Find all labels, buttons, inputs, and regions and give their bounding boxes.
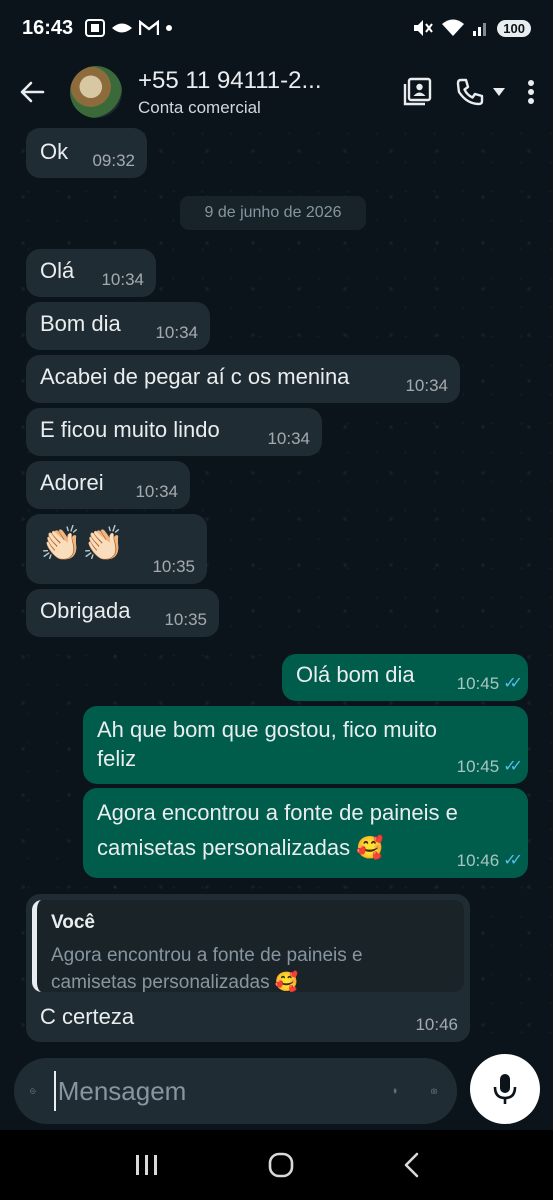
caret-down-icon: [493, 88, 505, 96]
message-incoming[interactable]: Adorei 10:34: [26, 461, 190, 509]
reply-quote[interactable]: Você Agora encontrou a fonte de paineis …: [32, 900, 464, 993]
message-text-line2: feliz: [97, 746, 137, 771]
message-text-line1: Agora encontrou a fonte de paineis e: [97, 800, 458, 825]
more-notifications-dot-icon: [166, 25, 173, 31]
message-text: C certeza: [40, 1004, 135, 1029]
contact-subtitle: Conta comercial: [138, 97, 261, 117]
more-vert-icon[interactable]: [527, 79, 535, 105]
nav-back-icon[interactable]: [403, 1152, 419, 1178]
message-time: 10:46: [415, 1015, 458, 1034]
chat-header: +55 11 94111-2... Conta comercial: [0, 56, 553, 128]
message-outgoing[interactable]: Olá bom dia 10:45 ✓✓: [282, 654, 528, 701]
chat-area[interactable]: Ok 09:32 9 de junho de 2026 Olá 10:34 Bo…: [0, 128, 553, 1050]
message-time: 10:34: [101, 270, 144, 289]
message-outgoing[interactable]: Agora encontrou a fonte de paineis e cam…: [83, 788, 528, 878]
screenshot-notification-icon: [85, 19, 106, 37]
notification-icons: [85, 19, 173, 37]
mic-icon: [493, 1074, 517, 1104]
date-separator: 9 de junho de 2026: [180, 196, 366, 230]
quote-text-line1: Agora encontrou a fonte de paineis e: [51, 945, 363, 966]
contact-name: +55 11 94111-2...: [138, 66, 322, 94]
message-incoming[interactable]: Olá 10:34: [26, 249, 156, 297]
gmail-icon: [139, 20, 160, 35]
message-text: Acabei de pegar aí c os menina: [40, 364, 350, 389]
sticker-icon[interactable]: [30, 1076, 36, 1106]
quote-author: Você: [51, 912, 96, 933]
message-text: E ficou muito lindo: [40, 417, 220, 442]
signal-icon: [473, 23, 487, 36]
message-text-line2: camisetas personalizadas 🥰: [97, 835, 384, 860]
message-incoming[interactable]: Acabei de pegar aí c os menina 10:34: [26, 355, 460, 403]
message-time: 10:45: [456, 757, 500, 776]
contact-info[interactable]: +55 11 94111-2... Conta comercial: [138, 67, 403, 118]
read-receipt-icon: ✓✓: [503, 852, 523, 869]
message-time: 09:32: [92, 151, 135, 170]
message-composer: [14, 1058, 457, 1124]
message-time: 10:34: [135, 482, 178, 501]
message-time: 10:35: [164, 610, 207, 629]
message-time: 10:46: [456, 851, 500, 870]
recents-icon[interactable]: [134, 1154, 160, 1176]
read-receipt-icon: ✓✓: [503, 675, 523, 692]
back-button[interactable]: [0, 56, 64, 128]
message-text: Olá bom dia: [296, 662, 415, 687]
message-incoming-reply[interactable]: Você Agora encontrou a fonte de paineis …: [26, 894, 470, 1042]
message-time: 10:34: [405, 376, 448, 395]
message-time: 10:34: [155, 323, 198, 342]
message-text: Adorei: [40, 470, 104, 495]
avatar[interactable]: [70, 66, 122, 118]
message-incoming-emoji[interactable]: 👏🏻👏🏻 10:35: [26, 514, 207, 584]
message-text: Obrigada: [40, 598, 131, 623]
mute-icon: [414, 20, 434, 36]
read-receipt-icon: ✓✓: [503, 758, 523, 775]
message-time: 10:35: [152, 557, 195, 576]
message-text: Ok: [40, 139, 69, 164]
status-bar: 16:43 100: [0, 0, 553, 56]
contact-card-icon[interactable]: [403, 77, 433, 107]
home-icon[interactable]: [268, 1152, 294, 1178]
attach-icon[interactable]: [393, 1075, 397, 1107]
battery-level: 100: [497, 19, 531, 37]
message-incoming[interactable]: Obrigada 10:35: [26, 589, 219, 637]
message-time: 10:45: [456, 674, 500, 693]
message-meta: 10:46 ✓✓: [456, 851, 523, 870]
message-text: 👏🏻👏🏻: [40, 525, 125, 563]
app-notification-icon: [112, 23, 133, 33]
message-outgoing[interactable]: Ah que bom que gostou, fico muito feliz …: [83, 706, 528, 784]
status-right: 100: [412, 18, 531, 38]
quote-text-line2: camisetas personalizadas 🥰: [51, 972, 299, 993]
message-time: 10:34: [267, 429, 310, 448]
phone-icon: [456, 78, 484, 106]
message-text: Bom dia: [40, 311, 121, 336]
camera-icon[interactable]: [431, 1077, 437, 1105]
message-meta: 10:45 ✓✓: [456, 674, 523, 693]
message-input[interactable]: [53, 1071, 393, 1111]
voice-message-button[interactable]: [470, 1054, 540, 1124]
message-text-line1: Ah que bom que gostou, fico muito: [97, 717, 437, 742]
back-arrow-icon: [20, 81, 45, 103]
call-button[interactable]: [455, 77, 505, 107]
message-incoming[interactable]: Ok 09:32: [26, 128, 147, 178]
message-meta: 10:45 ✓✓: [456, 757, 523, 776]
status-time: 16:43: [22, 16, 74, 39]
system-nav-bar: [0, 1130, 553, 1200]
message-incoming[interactable]: Bom dia 10:34: [26, 302, 210, 350]
header-actions: [403, 77, 535, 107]
wifi-icon: [442, 19, 465, 36]
message-text: Olá: [40, 258, 75, 283]
message-incoming[interactable]: E ficou muito lindo 10:34: [26, 408, 322, 456]
